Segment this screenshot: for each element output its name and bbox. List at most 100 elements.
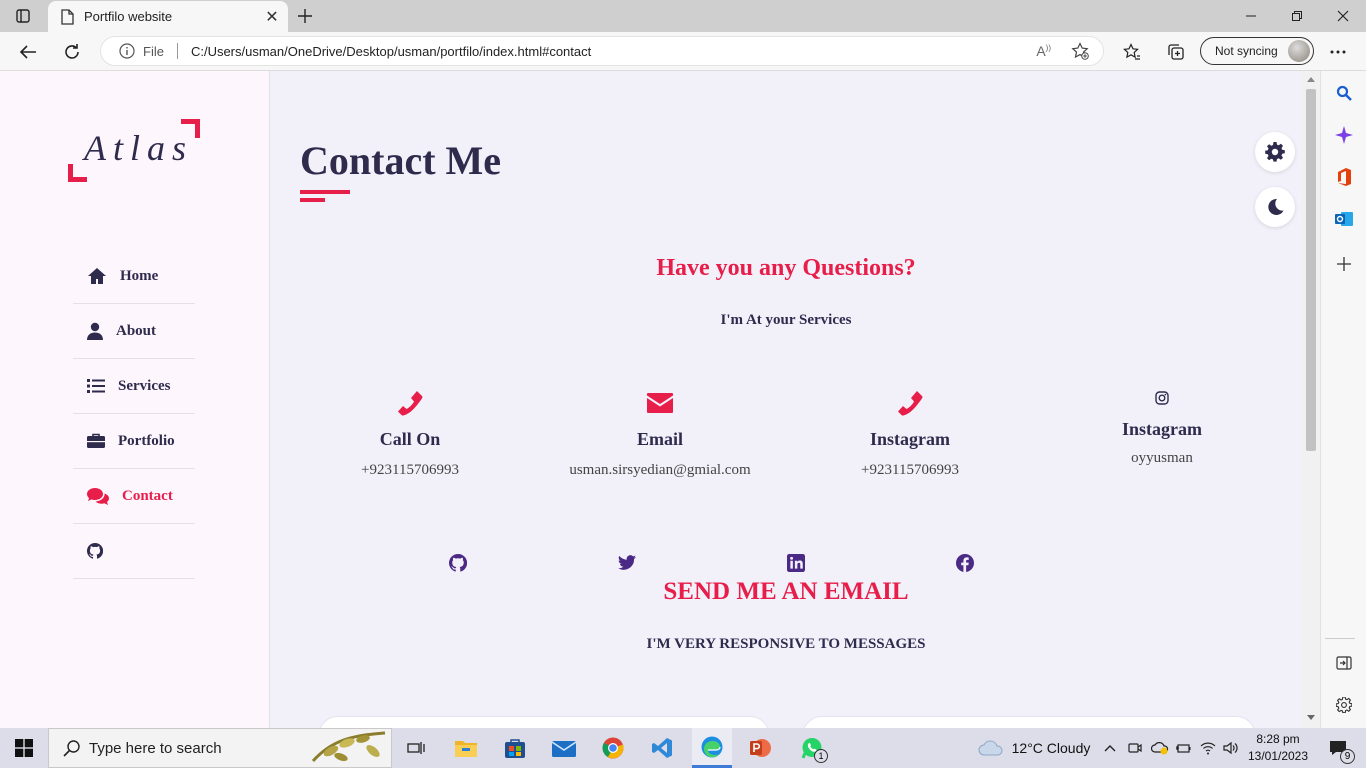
active-tab[interactable]: Portfilo website ✕ <box>48 1 288 32</box>
volume-control[interactable] <box>1220 728 1242 768</box>
file-explorer-button[interactable] <box>450 728 482 768</box>
address-separator <box>176 43 178 59</box>
info-icon <box>119 43 135 59</box>
edge-sidebar <box>1320 71 1366 728</box>
collections-button[interactable] <box>1162 38 1190 66</box>
battery-status[interactable] <box>1174 728 1192 768</box>
twitter-icon[interactable] <box>618 554 636 572</box>
nav-portfolio-label: Portfolio <box>118 432 175 449</box>
tab-actions-button[interactable] <box>0 0 46 32</box>
card-title: Email <box>636 429 683 449</box>
title-underline <box>300 190 350 194</box>
chrome-button[interactable] <box>597 728 629 768</box>
web-page: Atlas Home About Services Portfolio Cont… <box>0 71 1302 728</box>
taskbar-search[interactable]: Type here to search <box>48 728 392 768</box>
hide-sidebar-button[interactable] <box>1332 651 1356 675</box>
theme-toggle-button[interactable] <box>1255 187 1295 227</box>
page-scrollbar[interactable] <box>1302 71 1320 728</box>
store-button[interactable] <box>499 728 531 768</box>
notification-center-button[interactable]: 9 <box>1318 728 1358 768</box>
edge-add-button[interactable] <box>1332 252 1356 276</box>
user-icon <box>87 322 103 340</box>
settings-button[interactable] <box>1255 132 1295 172</box>
mail-icon <box>552 741 576 757</box>
profile-avatar <box>1288 40 1310 62</box>
favorites-button[interactable] <box>1118 38 1146 66</box>
site-logo[interactable]: Atlas <box>68 119 202 183</box>
gear-icon <box>1336 697 1352 713</box>
powerpoint-icon <box>750 739 771 757</box>
folder-icon <box>455 741 477 757</box>
onedrive-status[interactable] <box>1150 728 1170 768</box>
facebook-icon[interactable] <box>956 554 974 572</box>
instagram-icon[interactable] <box>1155 391 1169 405</box>
read-aloud-icon[interactable]: A)) <box>1036 43 1051 59</box>
browser-tab-bar: Portfilo website ✕ <box>0 0 1366 32</box>
nav-home[interactable]: Home <box>73 249 195 304</box>
store-icon <box>505 739 525 758</box>
network-status[interactable] <box>1198 728 1218 768</box>
edge-button[interactable] <box>692 728 732 768</box>
favorites-icon <box>1123 43 1140 60</box>
name-input[interactable] <box>318 716 770 728</box>
start-button[interactable] <box>0 728 48 768</box>
contact-card-instagram: Instagram oyyusman <box>1052 387 1272 467</box>
clock[interactable]: 8:28 pm 13/01/2023 <box>1244 728 1312 768</box>
refresh-button[interactable] <box>58 38 86 66</box>
task-view-button[interactable] <box>400 728 432 768</box>
search-placeholder: Type here to search <box>89 739 222 757</box>
nav-services[interactable]: Services <box>73 359 195 414</box>
tab-close-button[interactable]: ✕ <box>262 7 282 27</box>
show-hidden-icons-button[interactable] <box>1100 728 1120 768</box>
address-bar[interactable]: File C:/Users/usman/OneDrive/Desktop/usm… <box>100 36 1104 66</box>
contact-card-call: Call On +923115706993 <box>300 387 520 479</box>
card-value: +923115706993 <box>361 462 459 478</box>
add-favorite-icon[interactable] <box>1071 42 1089 60</box>
restore-button[interactable] <box>1274 0 1320 32</box>
whatsapp-button[interactable]: 1 <box>794 728 830 768</box>
browser-toolbar: File C:/Users/usman/OneDrive/Desktop/usm… <box>0 32 1366 71</box>
mail-button[interactable] <box>548 728 580 768</box>
github-icon[interactable] <box>449 554 467 572</box>
linkedin-icon[interactable] <box>787 554 805 572</box>
site-info-button[interactable]: File <box>119 43 164 59</box>
card-title: Instagram <box>1122 419 1202 439</box>
send-email-subheading: I'M VERY RESPONSIVE TO MESSAGES <box>646 636 926 652</box>
page-title: Contact Me <box>300 138 502 183</box>
vscode-button[interactable] <box>646 728 678 768</box>
weather-widget[interactable]: 12°C Cloudy <box>972 728 1096 768</box>
clock-time: 8:28 pm <box>1256 732 1300 746</box>
back-button[interactable] <box>14 38 42 66</box>
nav-portfolio[interactable]: Portfolio <box>73 414 195 469</box>
chrome-icon <box>602 737 624 759</box>
edge-search-button[interactable] <box>1332 81 1356 105</box>
contact-card-email: Email usman.sirsyedian@gmial.com <box>550 387 770 479</box>
email-input[interactable] <box>802 716 1256 728</box>
settings-menu-button[interactable] <box>1324 38 1352 66</box>
search-icon <box>63 740 80 757</box>
scrollbar-thumb[interactable] <box>1306 89 1316 451</box>
powerpoint-button[interactable] <box>744 728 776 768</box>
camera-icon <box>1128 743 1142 753</box>
card-value: oyyusman <box>1131 450 1193 466</box>
windows-logo-icon <box>15 739 33 757</box>
new-tab-button[interactable] <box>292 4 318 28</box>
edge-office-button[interactable] <box>1332 165 1356 189</box>
scroll-up-icon[interactable] <box>1307 77 1315 82</box>
contact-section: Contact Me Have you any Questions? I'm A… <box>270 71 1302 728</box>
nav-github[interactable] <box>73 524 195 579</box>
minimize-button[interactable] <box>1228 0 1274 32</box>
scroll-down-icon[interactable] <box>1307 715 1315 720</box>
profile-sync-button[interactable]: Not syncing <box>1200 37 1314 65</box>
outlook-icon <box>1335 212 1353 226</box>
edge-settings-button[interactable] <box>1332 693 1356 717</box>
edge-discover-button[interactable] <box>1332 123 1356 147</box>
nav-contact-label: Contact <box>122 487 173 504</box>
nav-about[interactable]: About <box>73 304 195 359</box>
meet-now-button[interactable] <box>1126 728 1144 768</box>
url-text[interactable]: C:/Users/usman/OneDrive/Desktop/usman/po… <box>191 44 1036 59</box>
edge-outlook-button[interactable] <box>1332 207 1356 231</box>
nav-contact[interactable]: Contact <box>73 469 195 524</box>
briefcase-icon <box>87 433 105 448</box>
close-window-button[interactable] <box>1320 0 1366 32</box>
